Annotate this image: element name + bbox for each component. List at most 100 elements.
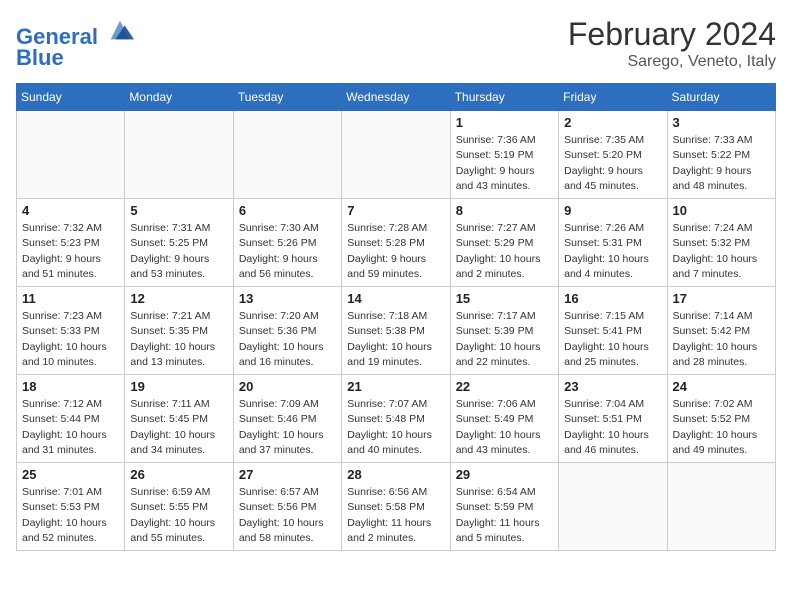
calendar-cell [125,111,233,199]
day-number: 26 [130,467,227,482]
day-number: 1 [456,115,553,130]
day-info: Sunrise: 7:07 AMSunset: 5:48 PMDaylight:… [347,397,444,458]
month-title: February 2024 [568,16,776,53]
day-info: Sunrise: 7:14 AMSunset: 5:42 PMDaylight:… [673,309,770,370]
calendar-cell: 3 Sunrise: 7:33 AMSunset: 5:22 PMDaylight… [667,111,775,199]
weekday-header-thursday: Thursday [450,84,558,111]
day-info: Sunrise: 7:12 AMSunset: 5:44 PMDaylight:… [22,397,119,458]
calendar-cell: 2 Sunrise: 7:35 AMSunset: 5:20 PMDaylight… [559,111,667,199]
calendar-cell: 29 Sunrise: 6:54 AMSunset: 5:59 PMDayligh… [450,463,558,551]
calendar-week-3: 11 Sunrise: 7:23 AMSunset: 5:33 PMDayligh… [17,287,776,375]
weekday-header-monday: Monday [125,84,233,111]
day-number: 28 [347,467,444,482]
day-info: Sunrise: 7:23 AMSunset: 5:33 PMDaylight:… [22,309,119,370]
day-number: 19 [130,379,227,394]
day-number: 23 [564,379,661,394]
calendar-cell [233,111,341,199]
day-number: 16 [564,291,661,306]
day-info: Sunrise: 7:18 AMSunset: 5:38 PMDaylight:… [347,309,444,370]
day-number: 18 [22,379,119,394]
calendar-cell: 24Sunrise: 7:02 AMSunset: 5:52 PMDayligh… [667,375,775,463]
day-info: Sunrise: 6:54 AMSunset: 5:59 PMDaylight:… [456,485,553,546]
day-number: 15 [456,291,553,306]
calendar-cell: 13Sunrise: 7:20 AMSunset: 5:36 PMDayligh… [233,287,341,375]
calendar-week-1: 1 Sunrise: 7:36 AMSunset: 5:19 PMDaylight… [17,111,776,199]
day-number: 3 [673,115,770,130]
calendar-cell: 5 Sunrise: 7:31 AMSunset: 5:25 PMDaylight… [125,199,233,287]
location-title: Sarego, Veneto, Italy [568,53,776,71]
day-number: 22 [456,379,553,394]
day-info: Sunrise: 7:36 AMSunset: 5:19 PMDaylight:… [456,133,553,194]
day-info: Sunrise: 7:11 AMSunset: 5:45 PMDaylight:… [130,397,227,458]
day-info: Sunrise: 7:32 AMSunset: 5:23 PMDaylight:… [22,221,119,282]
day-info: Sunrise: 7:24 AMSunset: 5:32 PMDaylight:… [673,221,770,282]
day-number: 9 [564,203,661,218]
calendar-cell: 1 Sunrise: 7:36 AMSunset: 5:19 PMDaylight… [450,111,558,199]
calendar-cell: 12 Sunrise: 7:21 AMSunset: 5:35 PMDayligh… [125,287,233,375]
calendar-table: SundayMondayTuesdayWednesdayThursdayFrid… [16,83,776,551]
calendar-cell [342,111,450,199]
calendar-cell: 26 Sunrise: 6:59 AMSunset: 5:55 PMDayligh… [125,463,233,551]
calendar-cell [559,463,667,551]
day-info: Sunrise: 7:30 AMSunset: 5:26 PMDaylight:… [239,221,336,282]
calendar-cell [667,463,775,551]
day-number: 11 [22,291,119,306]
day-info: Sunrise: 6:59 AMSunset: 5:55 PMDaylight:… [130,485,227,546]
calendar-cell: 14 Sunrise: 7:18 AMSunset: 5:38 PMDayligh… [342,287,450,375]
day-number: 5 [130,203,227,218]
day-info: Sunrise: 7:20 AMSunset: 5:36 PMDaylight:… [239,309,336,370]
day-info: Sunrise: 7:31 AMSunset: 5:25 PMDaylight:… [130,221,227,282]
calendar-cell: 27 Sunrise: 6:57 AMSunset: 5:56 PMDayligh… [233,463,341,551]
day-number: 24 [673,379,770,394]
day-number: 6 [239,203,336,218]
calendar-cell: 18 Sunrise: 7:12 AMSunset: 5:44 PMDayligh… [17,375,125,463]
calendar-cell: 4Sunrise: 7:32 AMSunset: 5:23 PMDaylight… [17,199,125,287]
calendar-cell: 25Sunrise: 7:01 AMSunset: 5:53 PMDayligh… [17,463,125,551]
calendar-cell: 28 Sunrise: 6:56 AMSunset: 5:58 PMDayligh… [342,463,450,551]
weekday-header-wednesday: Wednesday [342,84,450,111]
day-info: Sunrise: 6:56 AMSunset: 5:58 PMDaylight:… [347,485,444,546]
weekday-header-tuesday: Tuesday [233,84,341,111]
calendar-cell [17,111,125,199]
day-info: Sunrise: 7:04 AMSunset: 5:51 PMDaylight:… [564,397,661,458]
calendar-cell: 16 Sunrise: 7:15 AMSunset: 5:41 PMDayligh… [559,287,667,375]
weekday-header-saturday: Saturday [667,84,775,111]
day-number: 12 [130,291,227,306]
calendar-cell: 7Sunrise: 7:28 AMSunset: 5:28 PMDaylight… [342,199,450,287]
day-info: Sunrise: 7:17 AMSunset: 5:39 PMDaylight:… [456,309,553,370]
calendar-cell: 19 Sunrise: 7:11 AMSunset: 5:45 PMDayligh… [125,375,233,463]
day-number: 29 [456,467,553,482]
calendar-cell: 17Sunrise: 7:14 AMSunset: 5:42 PMDayligh… [667,287,775,375]
weekday-header-row: SundayMondayTuesdayWednesdayThursdayFrid… [17,84,776,111]
calendar-cell: 20Sunrise: 7:09 AMSunset: 5:46 PMDayligh… [233,375,341,463]
calendar-cell: 23 Sunrise: 7:04 AMSunset: 5:51 PMDayligh… [559,375,667,463]
day-info: Sunrise: 7:27 AMSunset: 5:29 PMDaylight:… [456,221,553,282]
calendar-cell: 6 Sunrise: 7:30 AMSunset: 5:26 PMDaylight… [233,199,341,287]
day-info: Sunrise: 7:01 AMSunset: 5:53 PMDaylight:… [22,485,119,546]
day-info: Sunrise: 7:33 AMSunset: 5:22 PMDaylight:… [673,133,770,194]
day-info: Sunrise: 7:21 AMSunset: 5:35 PMDaylight:… [130,309,227,370]
day-number: 20 [239,379,336,394]
calendar-cell: 22 Sunrise: 7:06 AMSunset: 5:49 PMDayligh… [450,375,558,463]
day-info: Sunrise: 7:06 AMSunset: 5:49 PMDaylight:… [456,397,553,458]
calendar-cell: 9 Sunrise: 7:26 AMSunset: 5:31 PMDaylight… [559,199,667,287]
day-number: 7 [347,203,444,218]
day-number: 2 [564,115,661,130]
calendar-cell: 21 Sunrise: 7:07 AMSunset: 5:48 PMDayligh… [342,375,450,463]
day-info: Sunrise: 7:35 AMSunset: 5:20 PMDaylight:… [564,133,661,194]
day-info: Sunrise: 7:15 AMSunset: 5:41 PMDaylight:… [564,309,661,370]
calendar-cell: 11 Sunrise: 7:23 AMSunset: 5:33 PMDayligh… [17,287,125,375]
calendar-week-4: 18 Sunrise: 7:12 AMSunset: 5:44 PMDayligh… [17,375,776,463]
day-number: 27 [239,467,336,482]
day-info: Sunrise: 6:57 AMSunset: 5:56 PMDaylight:… [239,485,336,546]
calendar-week-5: 25Sunrise: 7:01 AMSunset: 5:53 PMDayligh… [17,463,776,551]
weekday-header-sunday: Sunday [17,84,125,111]
page-header: General Blue February 2024 Sarego, Venet… [16,16,776,71]
day-number: 8 [456,203,553,218]
day-number: 21 [347,379,444,394]
calendar-week-2: 4Sunrise: 7:32 AMSunset: 5:23 PMDaylight… [17,199,776,287]
day-number: 14 [347,291,444,306]
day-info: Sunrise: 7:26 AMSunset: 5:31 PMDaylight:… [564,221,661,282]
calendar-cell: 15 Sunrise: 7:17 AMSunset: 5:39 PMDayligh… [450,287,558,375]
title-block: February 2024 Sarego, Veneto, Italy [568,16,776,71]
